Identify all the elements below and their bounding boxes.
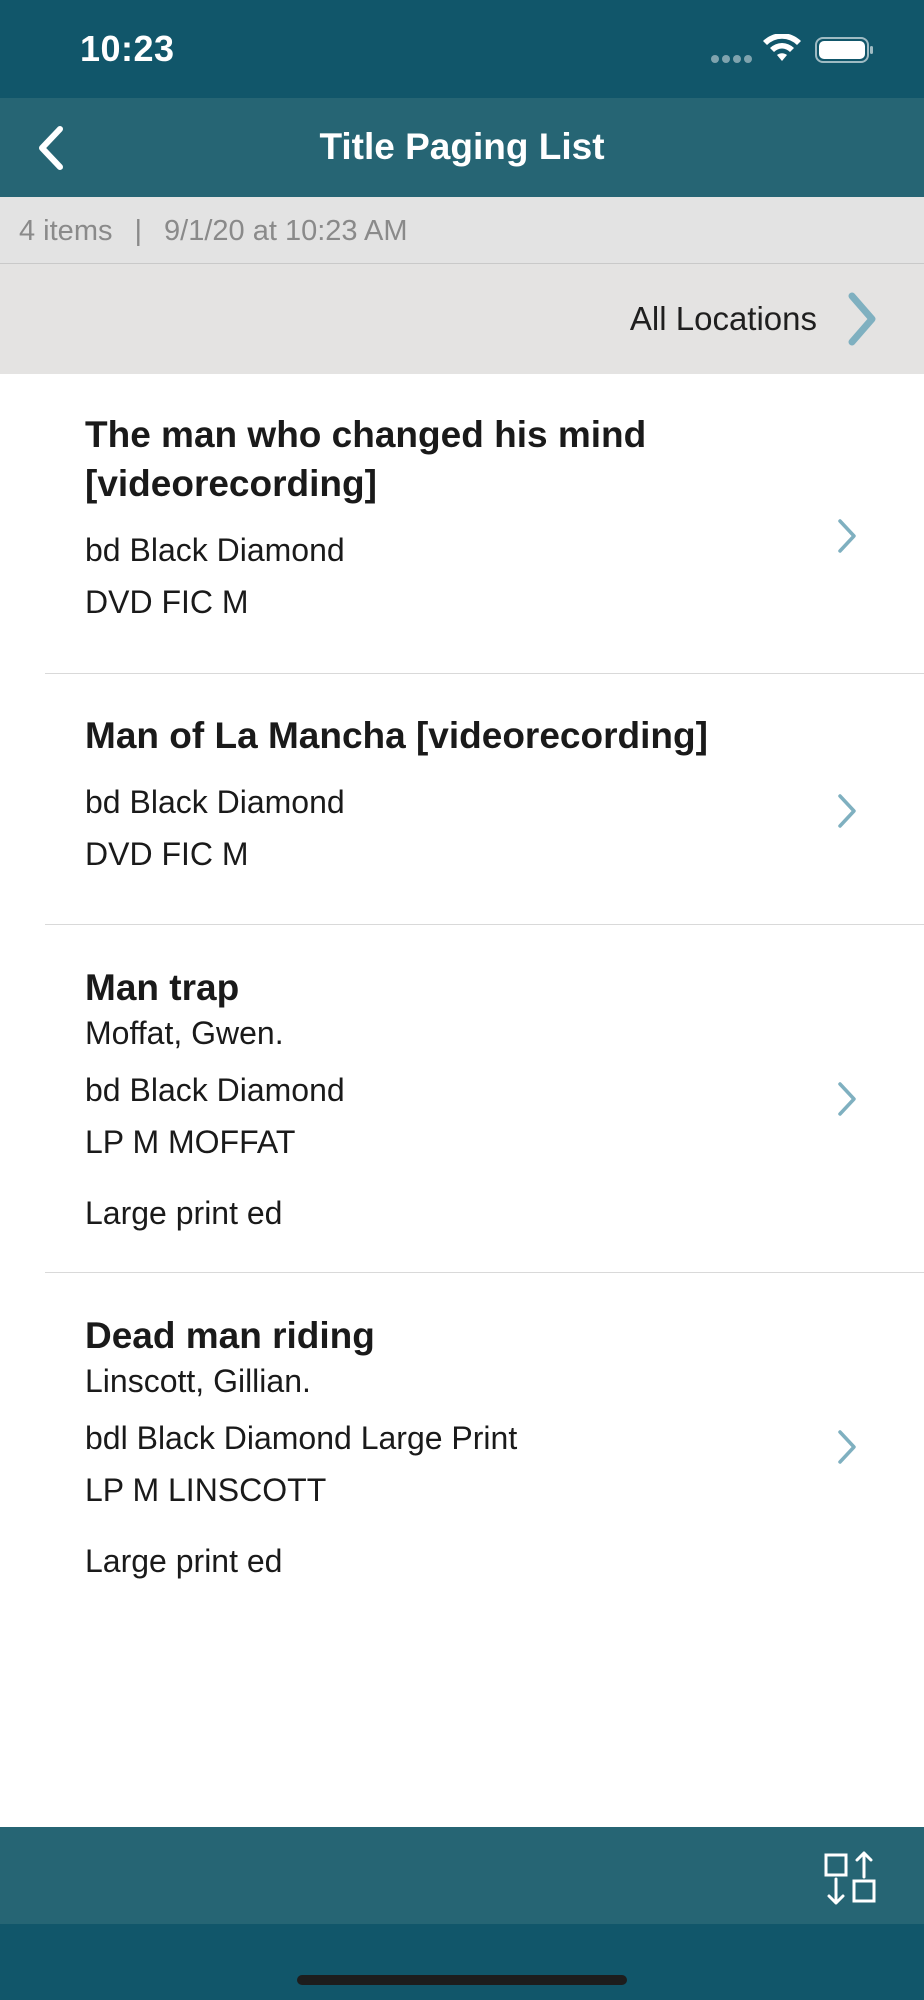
- list-summary: 4 items | 9/1/20 at 10:23 AM: [19, 215, 408, 248]
- home-indicator[interactable]: [297, 1975, 627, 1985]
- wifi-icon: [763, 34, 801, 61]
- list-summary-bar: 4 items | 9/1/20 at 10:23 AM: [0, 197, 924, 264]
- chevron-right-icon: [838, 794, 856, 828]
- chevron-right-icon: [838, 1082, 856, 1116]
- item-call-number: DVD FIC M: [85, 584, 249, 620]
- list-item[interactable]: Dead man riding Linscott, Gillian. bdl B…: [0, 1273, 924, 1621]
- battery-icon: [815, 37, 873, 63]
- item-title-line: [videorecording]: [85, 463, 377, 504]
- item-title: The man who changed his mind [videorecor…: [85, 410, 805, 508]
- status-time: 10:23: [80, 28, 175, 69]
- status-bar: 10:23: [0, 0, 924, 98]
- item-author: Linscott, Gillian.: [85, 1363, 311, 1399]
- item-call-number: LP M LINSCOTT: [85, 1472, 327, 1508]
- item-title-line: The man who changed his mind: [85, 414, 647, 455]
- list-item[interactable]: Man of La Mancha [videorecording] bd Bla…: [0, 674, 924, 925]
- item-call-number: DVD FIC M: [85, 836, 249, 872]
- cellular-signal-icon: [711, 50, 755, 63]
- page-title: Title Paging List: [319, 126, 605, 167]
- chevron-right-icon: [838, 519, 856, 553]
- paging-list: The man who changed his mind [videorecor…: [0, 374, 924, 1621]
- chevron-right-icon: [838, 1430, 856, 1464]
- sort-icon[interactable]: [818, 1847, 882, 1907]
- item-location: bd Black Diamond: [85, 784, 345, 820]
- summary-separator: |: [134, 215, 143, 247]
- item-location: bd Black Diamond: [85, 532, 345, 568]
- item-call-number: LP M MOFFAT: [85, 1124, 296, 1160]
- screen: 10:23 Title Paging List 4 items | 9/1/20 a…: [0, 0, 924, 2000]
- list-timestamp: 9/1/20 at 10:23 AM: [164, 215, 408, 247]
- item-title: Man of La Mancha [videorecording]: [85, 715, 708, 756]
- item-author: Moffat, Gwen.: [85, 1015, 284, 1051]
- location-filter[interactable]: All Locations: [0, 264, 924, 374]
- item-location: bdl Black Diamond Large Print: [85, 1420, 518, 1456]
- list-item[interactable]: Man trap Moffat, Gwen. bd Black Diamond …: [0, 925, 924, 1273]
- item-location: bd Black Diamond: [85, 1072, 345, 1108]
- item-title: Man trap: [85, 967, 240, 1008]
- navigation-bar: Title Paging List: [0, 98, 924, 197]
- item-edition-note: Large print ed: [85, 1195, 283, 1231]
- location-filter-label: All Locations: [629, 300, 817, 337]
- item-title: Dead man riding: [85, 1315, 375, 1356]
- home-indicator-area: [0, 1924, 924, 2000]
- item-edition-note: Large print ed: [85, 1543, 283, 1579]
- list-item[interactable]: The man who changed his mind [videorecor…: [0, 374, 924, 674]
- item-count: 4 items: [19, 215, 113, 247]
- chevron-right-icon: [848, 292, 876, 346]
- bottom-toolbar: [0, 1827, 924, 1924]
